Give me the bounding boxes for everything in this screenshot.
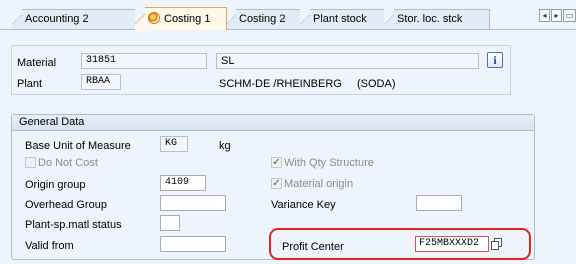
with-qty-structure-label: With Qty Structure xyxy=(284,157,374,169)
profit-center-field[interactable]: F25MBXXXD2 xyxy=(415,236,489,252)
plant-description-secondary: (SODA) xyxy=(357,78,396,90)
tab-label: Costing 2 xyxy=(239,13,286,25)
do-not-cost-label: Do Not Cost xyxy=(38,157,98,169)
plant-description: SCHM-DE /RHEINBERG xyxy=(219,78,342,90)
overhead-group-label: Overhead Group xyxy=(25,199,107,211)
material-origin-label: Material origin xyxy=(284,178,354,190)
checkmark-icon: ✓ xyxy=(272,157,281,168)
tab-label: Stor. loc. stck xyxy=(397,13,463,25)
costing-status-icon xyxy=(148,12,160,24)
tab-label: Plant stock xyxy=(313,13,367,25)
overhead-group-field[interactable] xyxy=(160,195,226,211)
chevron-right-icon: ▸ xyxy=(554,11,559,20)
origin-group-field[interactable]: 4109 xyxy=(160,175,206,191)
general-data-title: General Data xyxy=(12,115,534,131)
tab-accounting-2[interactable]: Accounting 2 xyxy=(12,9,142,30)
profit-center-label: Profit Center xyxy=(282,241,344,253)
tab-strip: Accounting 2 Costing 1 Costing 2 Plant s… xyxy=(0,0,576,31)
tab-prev-button[interactable]: ◂ xyxy=(539,9,550,22)
variance-key-field[interactable] xyxy=(416,195,462,211)
tab-list-button[interactable]: ▭ xyxy=(563,9,576,22)
tab-plant-stock[interactable]: Plant stock xyxy=(300,9,387,30)
plant-label: Plant xyxy=(17,78,43,90)
material-label: Material xyxy=(17,57,57,69)
valid-from-field[interactable] xyxy=(160,236,226,252)
do-not-cost-checkbox[interactable] xyxy=(25,157,36,168)
tab-label: Accounting 2 xyxy=(25,13,89,25)
tab-next-button[interactable]: ▸ xyxy=(551,9,562,22)
base-uom-text: kg xyxy=(219,140,231,152)
material-description-field[interactable]: SL xyxy=(216,53,479,69)
material-origin-checkbox[interactable]: ✓ xyxy=(271,178,282,189)
copy-button[interactable] xyxy=(491,238,503,250)
tab-stor-loc-stock[interactable]: Stor. loc. stck xyxy=(384,9,490,30)
origin-group-label: Origin group xyxy=(25,179,86,191)
plant-status-field[interactable] xyxy=(160,215,180,231)
base-uom-field[interactable]: KG xyxy=(160,136,188,152)
tab-divider xyxy=(0,29,576,30)
info-button[interactable]: i xyxy=(487,52,503,68)
checkmark-icon: ✓ xyxy=(272,178,281,189)
tab-list-icon: ▭ xyxy=(565,11,574,20)
material-number-field[interactable]: 31851 xyxy=(81,53,207,69)
tab-costing-2[interactable]: Costing 2 xyxy=(226,9,304,30)
info-icon: i xyxy=(493,53,497,67)
valid-from-label: Valid from xyxy=(25,240,74,252)
tab-label: Costing 1 xyxy=(164,13,211,25)
tab-costing-1[interactable]: Costing 1 xyxy=(135,7,227,31)
copy-icon xyxy=(491,241,499,250)
plant-status-label: Plant-sp.matl status xyxy=(25,219,122,231)
base-uom-label: Base Unit of Measure xyxy=(25,140,131,152)
variance-key-label: Variance Key xyxy=(271,199,336,211)
with-qty-structure-checkbox[interactable]: ✓ xyxy=(271,157,282,168)
chevron-left-icon: ◂ xyxy=(542,11,547,20)
plant-field[interactable]: RBAA xyxy=(81,74,121,90)
